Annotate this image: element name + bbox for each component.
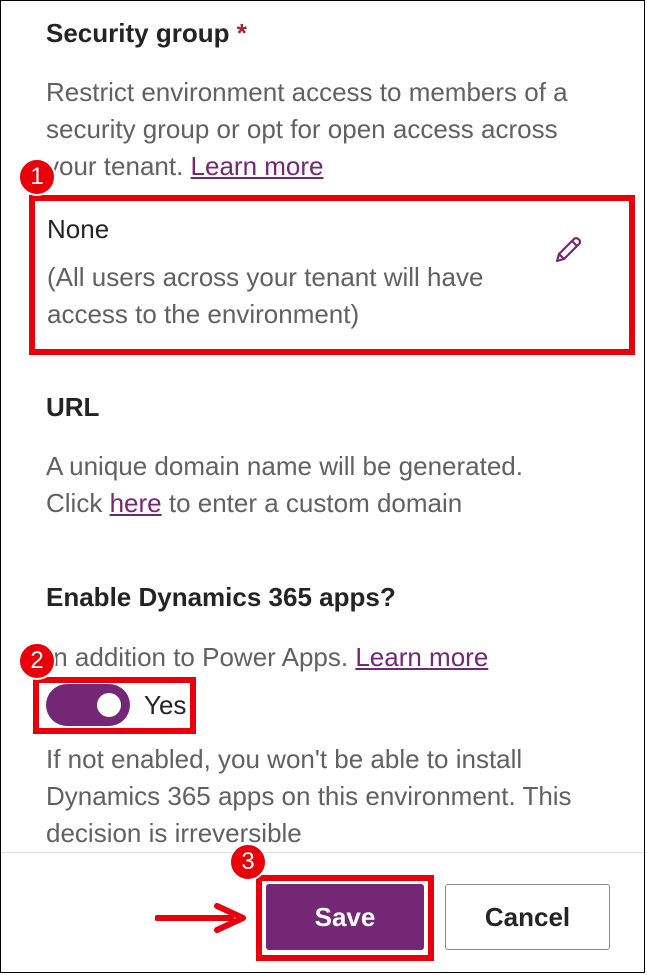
security-group-note: (All users across your tenant will have …: [47, 262, 484, 329]
step-badge-1: 1: [18, 158, 56, 196]
security-group-value: None: [47, 214, 110, 244]
url-click-prefix: Click: [46, 488, 103, 518]
required-marker: *: [236, 18, 247, 48]
edit-security-group-button[interactable]: [546, 228, 590, 272]
url-description: A unique domain name will be generated. …: [46, 448, 606, 522]
custom-domain-link[interactable]: here: [110, 488, 162, 518]
dynamics-toggle-label: Yes: [144, 689, 187, 720]
dynamics-toggle[interactable]: [46, 684, 130, 726]
panel-content: Security group * Restrict environment ac…: [0, 0, 647, 850]
dynamics-heading: Enable Dynamics 365 apps?: [46, 582, 396, 612]
pencil-icon: [555, 237, 582, 263]
dynamics-learn-more-link[interactable]: Learn more: [355, 642, 488, 672]
url-line1: A unique domain name will be generated.: [46, 451, 523, 481]
security-group-learn-more-link[interactable]: Learn more: [191, 151, 324, 181]
security-group-heading: Security group *: [46, 18, 247, 49]
security-group-title: Security group: [46, 18, 230, 48]
url-line2: Click here to enter a custom domain: [46, 485, 606, 522]
save-button[interactable]: Save: [266, 884, 424, 950]
step-badge-2: 2: [18, 642, 56, 680]
dynamics-description-text: In addition to Power Apps.: [46, 642, 349, 672]
dynamics-description: In addition to Power Apps. Learn more: [46, 639, 606, 676]
dynamics-warning: If not enabled, you won't be able to ins…: [46, 744, 572, 848]
cancel-button[interactable]: Cancel: [445, 884, 610, 950]
url-click-suffix: to enter a custom domain: [168, 488, 463, 518]
footer-divider: [0, 852, 647, 853]
dynamics-toggle-field: Yes: [42, 678, 186, 732]
security-group-description: Restrict environment access to members o…: [46, 74, 606, 185]
url-heading: URL: [46, 392, 100, 422]
arrow-right-icon: [155, 903, 246, 933]
toggle-knob: [97, 693, 121, 717]
step-badge-3: 3: [229, 843, 267, 881]
